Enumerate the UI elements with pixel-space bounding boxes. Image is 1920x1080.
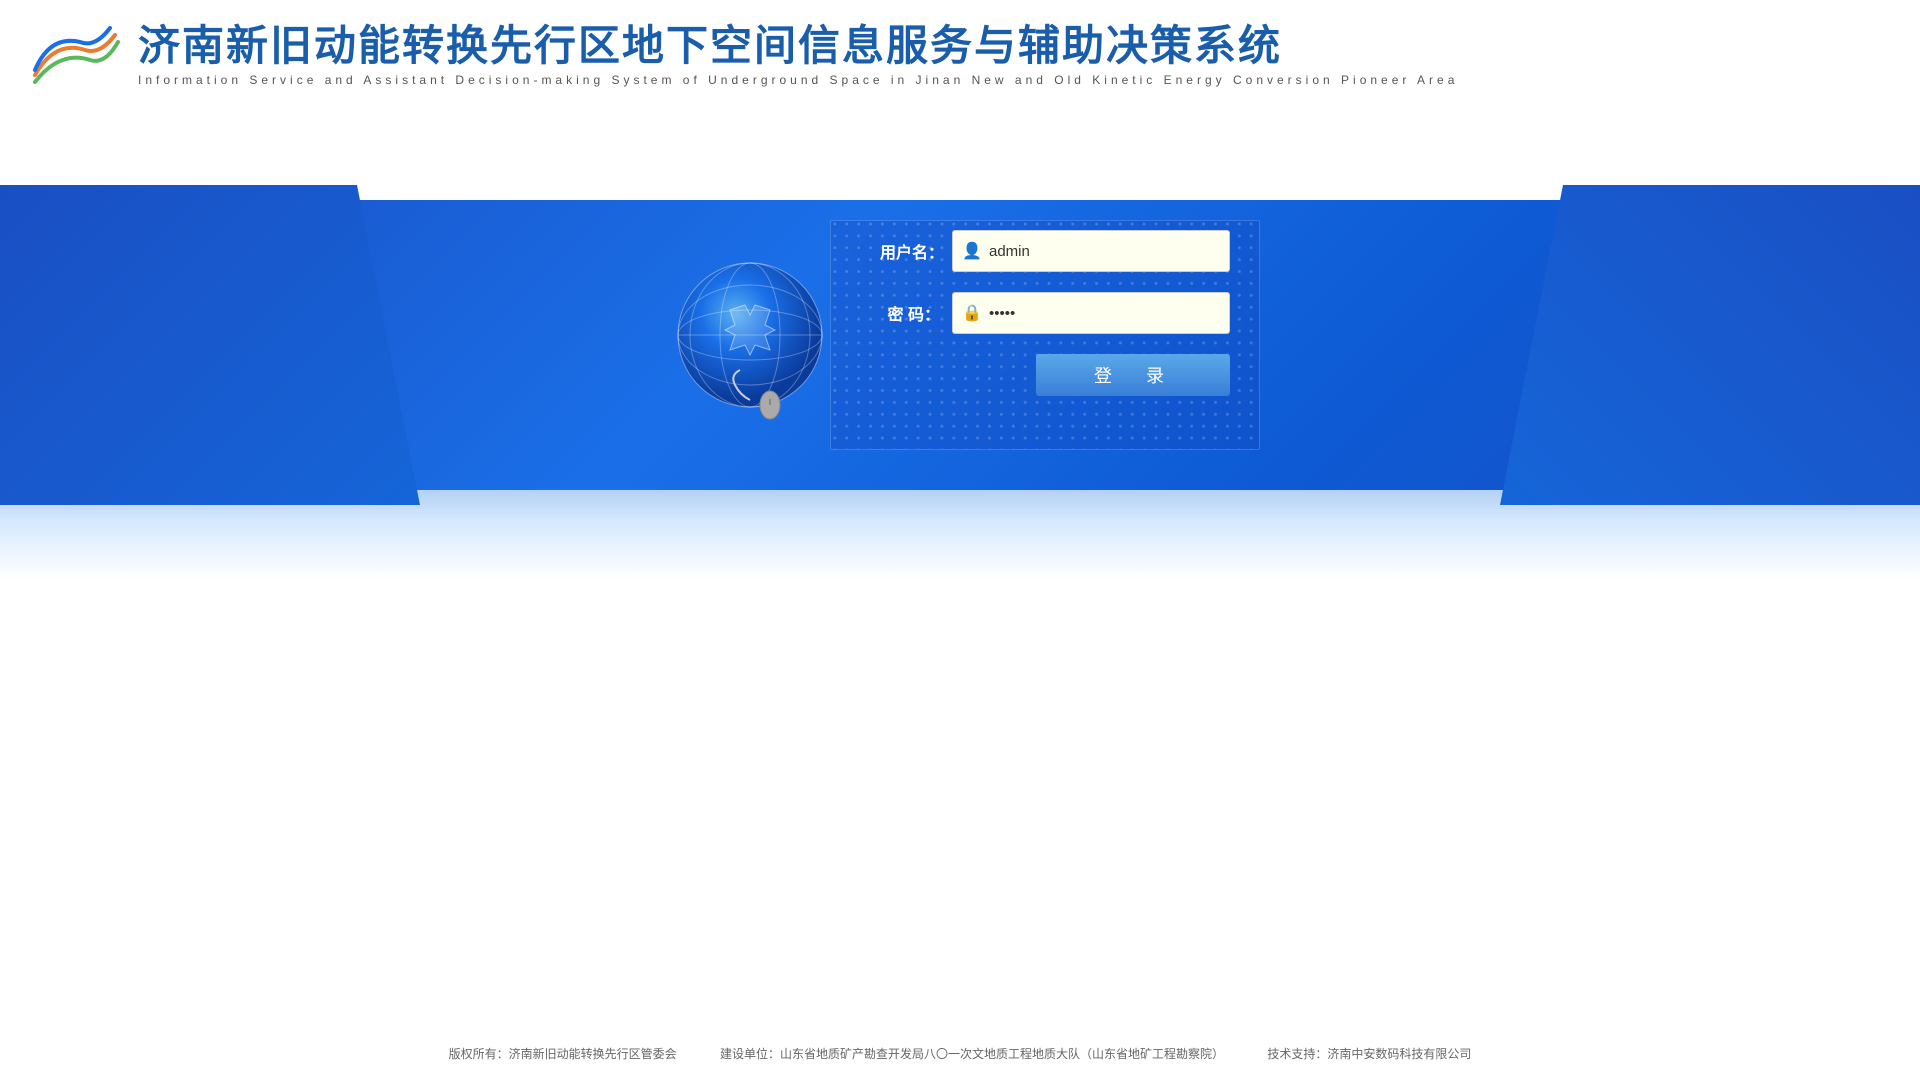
left-decoration bbox=[0, 185, 420, 505]
logo-icon bbox=[30, 20, 120, 90]
title-text-area: 济南新旧动能转换先行区地下空间信息服务与辅助决策系统 Information S… bbox=[138, 23, 1458, 87]
right-decoration bbox=[1500, 185, 1920, 505]
username-label: 用户名： bbox=[880, 239, 940, 263]
copyright-text: 版权所有：济南新旧动能转换先行区管委会 bbox=[449, 1047, 677, 1061]
login-button-row: 登 录 bbox=[880, 354, 1230, 396]
tech-support-text: 技术支持：济南中安数码科技有限公司 bbox=[1267, 1047, 1471, 1061]
sub-title: Information Service and Assistant Decisi… bbox=[138, 73, 1458, 87]
logo-area: 济南新旧动能转换先行区地下空间信息服务与辅助决策系统 Information S… bbox=[30, 20, 1458, 90]
password-label: 密 码： bbox=[880, 301, 940, 325]
login-button[interactable]: 登 录 bbox=[1036, 354, 1230, 396]
footer: 版权所有：济南新旧动能转换先行区管委会 建设单位：山东省地质矿产勘查开发局八〇一… bbox=[0, 1045, 1920, 1062]
user-icon: 👤 bbox=[962, 241, 982, 261]
username-row: 用户名： 👤 bbox=[880, 230, 1230, 272]
username-input-wrapper: 👤 bbox=[952, 230, 1230, 272]
builder-text: 建设单位：山东省地质矿产勘查开发局八〇一次文地质工程地质大队（山东省地矿工程勘察… bbox=[720, 1047, 1224, 1061]
main-title: 济南新旧动能转换先行区地下空间信息服务与辅助决策系统 bbox=[138, 23, 1458, 69]
password-input[interactable] bbox=[952, 292, 1230, 334]
password-input-wrapper: 🔒 bbox=[952, 292, 1230, 334]
password-row: 密 码： 🔒 bbox=[880, 292, 1230, 334]
header: 济南新旧动能转换先行区地下空间信息服务与辅助决策系统 Information S… bbox=[0, 0, 1920, 110]
lock-icon: 🔒 bbox=[962, 303, 982, 323]
globe-illustration bbox=[650, 230, 850, 450]
login-form: 用户名： 👤 密 码： 🔒 登 录 bbox=[880, 230, 1230, 396]
username-input[interactable] bbox=[952, 230, 1230, 272]
